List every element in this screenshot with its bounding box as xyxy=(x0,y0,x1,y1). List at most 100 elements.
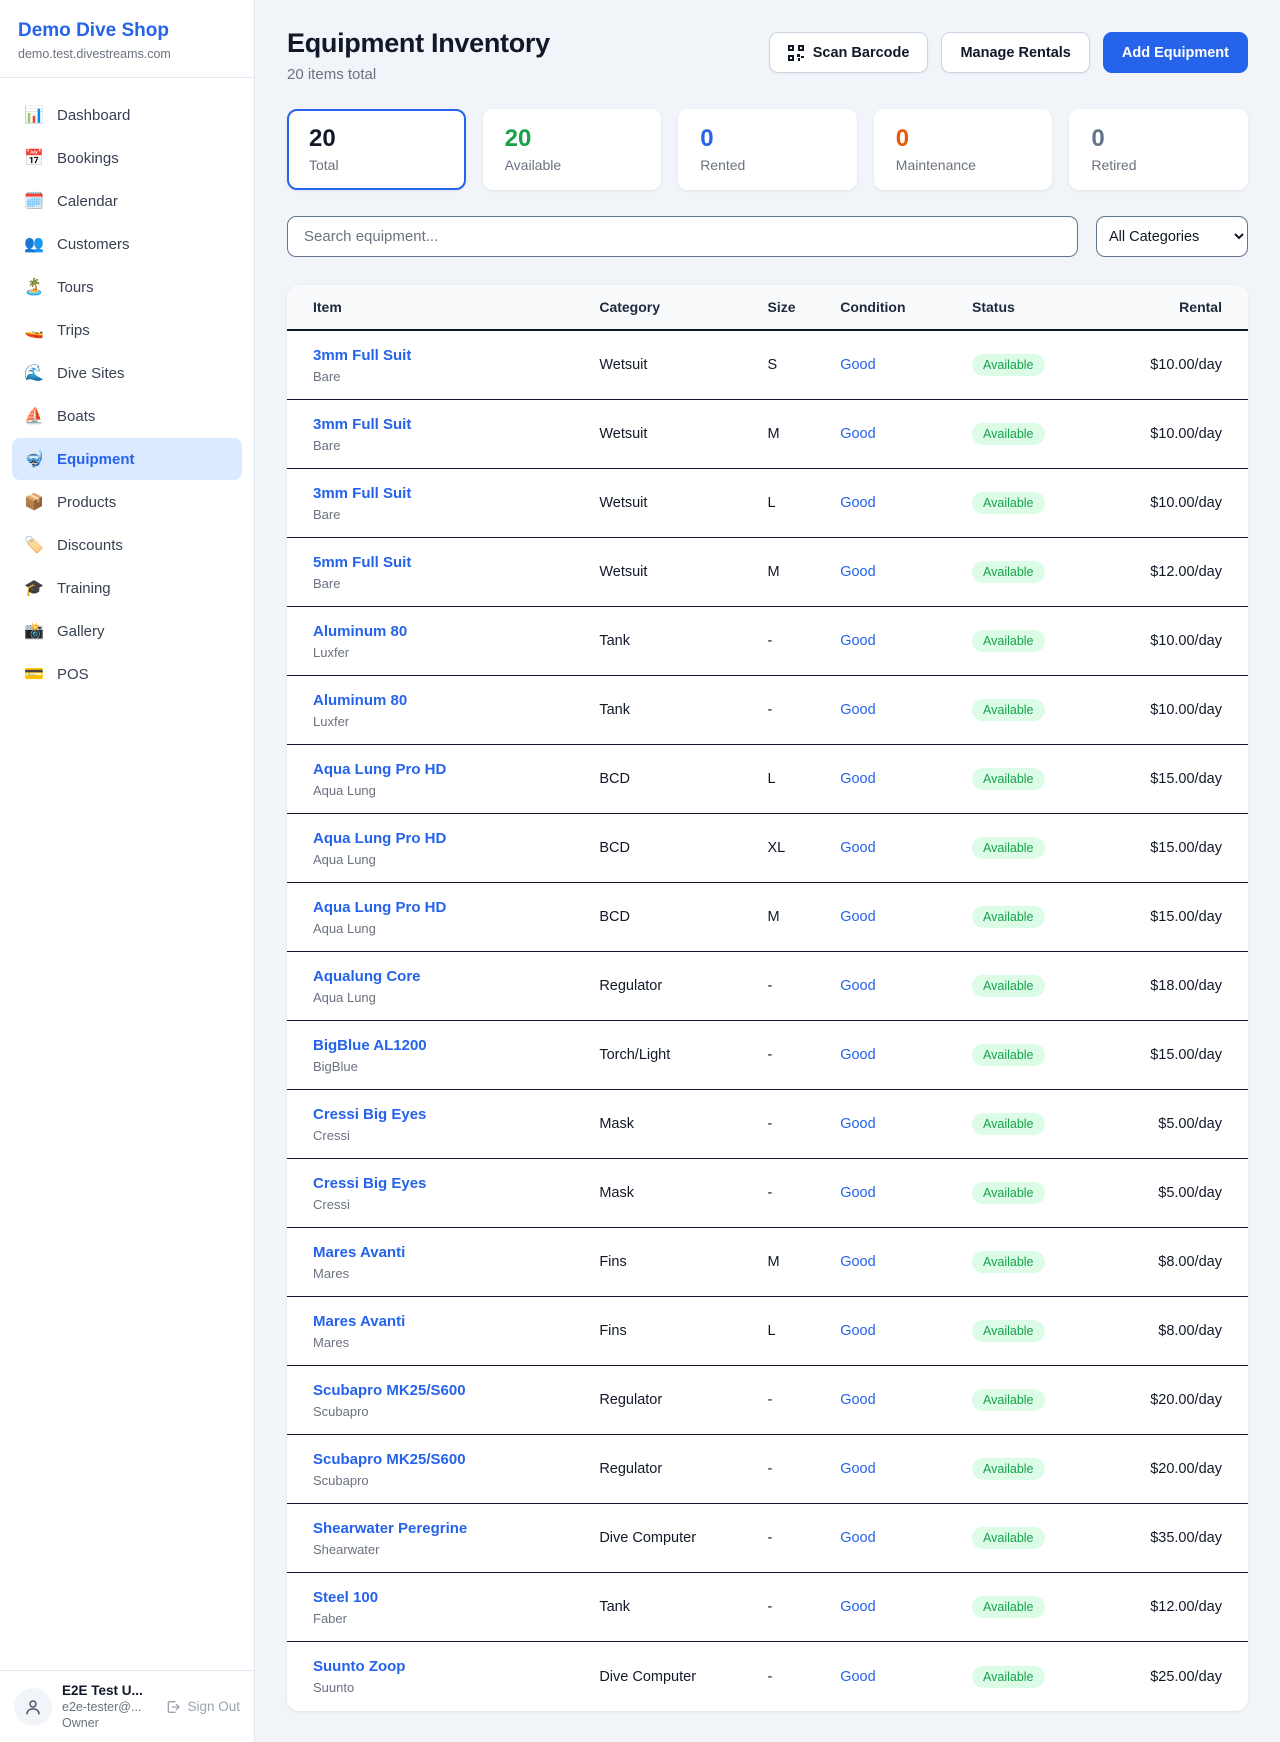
item-name-link[interactable]: Shearwater Peregrine xyxy=(313,1520,599,1537)
condition-link[interactable]: Good xyxy=(840,1323,972,1339)
rental-cell: $18.00/day xyxy=(1113,978,1222,994)
sign-out-button[interactable]: Sign Out xyxy=(165,1699,240,1715)
rental-cell: $20.00/day xyxy=(1113,1392,1222,1408)
item-brand: Scubapro xyxy=(313,1473,599,1488)
condition-link[interactable]: Good xyxy=(840,1116,972,1132)
stat-card-maintenance[interactable]: 0 Maintenance xyxy=(874,109,1053,190)
condition-link[interactable]: Good xyxy=(840,840,972,856)
item-name-link[interactable]: Steel 100 xyxy=(313,1589,599,1606)
item-cell: Scubapro MK25/S600 Scubapro xyxy=(313,1451,599,1488)
item-brand: Bare xyxy=(313,576,599,591)
size-cell: - xyxy=(767,1530,840,1546)
items-total-count: 20 items total xyxy=(287,66,550,83)
item-name-link[interactable]: Aqua Lung Pro HD xyxy=(313,899,599,916)
status-badge: Available xyxy=(972,1113,1045,1135)
sidebar-item-label: Products xyxy=(57,494,116,511)
item-name-link[interactable]: Aqua Lung Pro HD xyxy=(313,830,599,847)
stat-card-total[interactable]: 20 Total xyxy=(287,109,466,190)
item-name-link[interactable]: Aqua Lung Pro HD xyxy=(313,761,599,778)
sidebar-item-label: Dive Sites xyxy=(57,365,125,382)
stat-card-available[interactable]: 20 Available xyxy=(483,109,662,190)
item-name-link[interactable]: Cressi Big Eyes xyxy=(313,1175,599,1192)
condition-link[interactable]: Good xyxy=(840,771,972,787)
status-cell: Available xyxy=(972,1182,1113,1204)
condition-link[interactable]: Good xyxy=(840,1461,972,1477)
bookings-icon: 📅 xyxy=(24,148,44,168)
size-cell: M xyxy=(767,564,840,580)
condition-link[interactable]: Good xyxy=(840,909,972,925)
condition-link[interactable]: Good xyxy=(840,1047,972,1063)
item-name-link[interactable]: Scubapro MK25/S600 xyxy=(313,1451,599,1468)
condition-link[interactable]: Good xyxy=(840,1530,972,1546)
condition-link[interactable]: Good xyxy=(840,1392,972,1408)
stat-card-rented[interactable]: 0 Rented xyxy=(678,109,857,190)
item-name-link[interactable]: Mares Avanti xyxy=(313,1244,599,1261)
sidebar-item-training[interactable]: 🎓 Training xyxy=(12,567,242,609)
item-name-link[interactable]: Aluminum 80 xyxy=(313,692,599,709)
sidebar-item-dashboard[interactable]: 📊 Dashboard xyxy=(12,94,242,136)
condition-link[interactable]: Good xyxy=(840,1669,972,1685)
sidebar-item-boats[interactable]: ⛵ Boats xyxy=(12,395,242,437)
status-badge: Available xyxy=(972,699,1045,721)
condition-link[interactable]: Good xyxy=(840,564,972,580)
item-brand: Bare xyxy=(313,438,599,453)
item-cell: Mares Avanti Mares xyxy=(313,1313,599,1350)
category-cell: Tank xyxy=(599,633,767,649)
item-name-link[interactable]: 3mm Full Suit xyxy=(313,485,599,502)
condition-link[interactable]: Good xyxy=(840,495,972,511)
sidebar-item-pos[interactable]: 💳 POS xyxy=(12,653,242,695)
condition-link[interactable]: Good xyxy=(840,702,972,718)
sidebar-item-trips[interactable]: 🚤 Trips xyxy=(12,309,242,351)
status-cell: Available xyxy=(972,1458,1113,1480)
condition-link[interactable]: Good xyxy=(840,426,972,442)
sidebar-item-tours[interactable]: 🏝️ Tours xyxy=(12,266,242,308)
category-select[interactable]: All Categories xyxy=(1096,216,1248,257)
size-cell: - xyxy=(767,978,840,994)
item-name-link[interactable]: Scubapro MK25/S600 xyxy=(313,1382,599,1399)
sidebar-item-calendar[interactable]: 🗓️ Calendar xyxy=(12,180,242,222)
item-name-link[interactable]: Aluminum 80 xyxy=(313,623,599,640)
item-brand: Bare xyxy=(313,369,599,384)
item-name-link[interactable]: Aqualung Core xyxy=(313,968,599,985)
sidebar-item-discounts[interactable]: 🏷️ Discounts xyxy=(12,524,242,566)
sidebar-item-dive-sites[interactable]: 🌊 Dive Sites xyxy=(12,352,242,394)
condition-link[interactable]: Good xyxy=(840,1599,972,1615)
sign-out-label: Sign Out xyxy=(187,1699,240,1714)
item-name-link[interactable]: BigBlue AL1200 xyxy=(313,1037,599,1054)
sidebar-item-customers[interactable]: 👥 Customers xyxy=(12,223,242,265)
add-equipment-button[interactable]: Add Equipment xyxy=(1103,32,1248,73)
item-name-link[interactable]: 3mm Full Suit xyxy=(313,416,599,433)
table-row: 3mm Full Suit Bare Wetsuit S Good Availa… xyxy=(287,331,1248,400)
item-name-link[interactable]: 5mm Full Suit xyxy=(313,554,599,571)
category-cell: Wetsuit xyxy=(599,564,767,580)
condition-link[interactable]: Good xyxy=(840,633,972,649)
condition-link[interactable]: Good xyxy=(840,357,972,373)
condition-link[interactable]: Good xyxy=(840,1254,972,1270)
item-brand: Luxfer xyxy=(313,714,599,729)
item-cell: 3mm Full Suit Bare xyxy=(313,485,599,522)
rental-cell: $10.00/day xyxy=(1113,702,1222,718)
item-name-link[interactable]: Cressi Big Eyes xyxy=(313,1106,599,1123)
sidebar: Demo Dive Shop demo.test.divestreams.com… xyxy=(0,0,255,1742)
item-name-link[interactable]: Mares Avanti xyxy=(313,1313,599,1330)
item-cell: Aqua Lung Pro HD Aqua Lung xyxy=(313,899,599,936)
sidebar-item-equipment[interactable]: 🤿 Equipment xyxy=(12,438,242,480)
sidebar-item-label: Training xyxy=(57,580,111,597)
sidebar-item-products[interactable]: 📦 Products xyxy=(12,481,242,523)
stat-card-retired[interactable]: 0 Retired xyxy=(1069,109,1248,190)
manage-rentals-button[interactable]: Manage Rentals xyxy=(941,32,1089,73)
sidebar-item-label: Trips xyxy=(57,322,90,339)
rental-cell: $10.00/day xyxy=(1113,495,1222,511)
item-name-link[interactable]: Suunto Zoop xyxy=(313,1658,599,1675)
status-badge: Available xyxy=(972,492,1045,514)
condition-link[interactable]: Good xyxy=(840,1185,972,1201)
search-input[interactable] xyxy=(287,216,1078,257)
item-name-link[interactable]: 3mm Full Suit xyxy=(313,347,599,364)
scan-barcode-button[interactable]: Scan Barcode xyxy=(769,32,929,73)
user-info: E2E Test U... e2e-tester@... Owner xyxy=(62,1683,143,1730)
sidebar-item-bookings[interactable]: 📅 Bookings xyxy=(12,137,242,179)
item-cell: 3mm Full Suit Bare xyxy=(313,416,599,453)
sidebar-item-gallery[interactable]: 📸 Gallery xyxy=(12,610,242,652)
condition-link[interactable]: Good xyxy=(840,978,972,994)
item-brand: Aqua Lung xyxy=(313,990,599,1005)
